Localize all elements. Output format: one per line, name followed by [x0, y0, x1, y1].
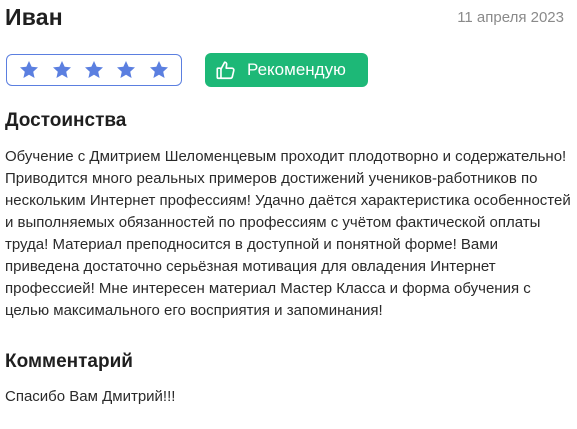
thumbs-up-icon	[216, 61, 235, 80]
review-author: Иван	[5, 4, 63, 30]
review-date: 11 апреля 2023	[457, 9, 564, 26]
star-icon	[52, 61, 71, 78]
review-card: Иван 11 апреля 2023 Рекомендую Достоинст…	[0, 0, 577, 429]
recommend-label: Рекомендую	[247, 60, 346, 79]
pros-heading: Достоинства	[5, 110, 127, 131]
star-icon	[84, 61, 103, 78]
comment-heading: Комментарий	[5, 351, 133, 372]
star-icon	[117, 61, 136, 78]
star-icon	[20, 61, 39, 78]
star-icon	[149, 61, 168, 78]
comment-text: Спасибо Вам Дмитрий!!!	[5, 388, 176, 405]
star-rating	[6, 54, 182, 86]
pros-text: Обучение с Дмитрием Шеломенцевым проходи…	[5, 148, 571, 319]
recommend-badge: Рекомендую	[205, 53, 368, 87]
